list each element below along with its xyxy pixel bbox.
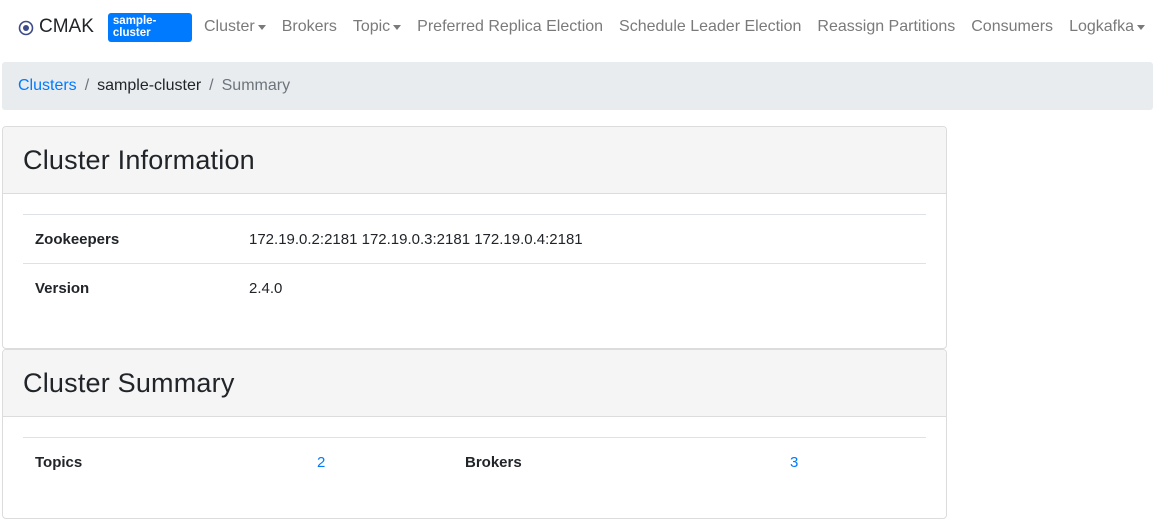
topics-label: Topics xyxy=(23,437,317,488)
brand-label: CMAK xyxy=(39,16,94,37)
cluster-information-header: Cluster Information xyxy=(3,127,946,194)
nav-brokers[interactable]: Brokers xyxy=(274,18,345,36)
cluster-summary-card: Cluster Summary Topics 2 Brokers 3 xyxy=(2,349,947,519)
topics-cell: 2 xyxy=(317,437,453,488)
nav-topic-dropdown[interactable]: Topic xyxy=(345,18,409,36)
table-row: Topics 2 Brokers 3 xyxy=(23,437,926,488)
breadcrumb-separator: / xyxy=(84,77,90,94)
cluster-information-table: Zookeepers 172.19.0.2:2181 172.19.0.3:21… xyxy=(23,214,926,313)
breadcrumb-separator: / xyxy=(209,77,214,94)
cluster-information-title: Cluster Information xyxy=(23,144,255,175)
nav-reassign-partitions[interactable]: Reassign Partitions xyxy=(809,18,963,36)
cluster-summary-table: Topics 2 Brokers 3 xyxy=(23,437,926,488)
top-navbar: CMAK sample-cluster Cluster Brokers Topi… xyxy=(0,0,1153,54)
nav-consumers[interactable]: Consumers xyxy=(963,18,1061,36)
cluster-information-card: Cluster Information Zookeepers 172.19.0.… xyxy=(2,126,947,349)
breadcrumb-clusters-link[interactable]: Clusters xyxy=(18,77,77,95)
version-label: Version xyxy=(23,263,249,313)
nav-schedule-leader-election[interactable]: Schedule Leader Election xyxy=(611,18,809,36)
brand-link[interactable]: CMAK xyxy=(18,16,94,38)
cluster-summary-header: Cluster Summary xyxy=(3,350,946,417)
nav-logkafka-label: Logkafka xyxy=(1069,18,1134,35)
cluster-summary-title: Cluster Summary xyxy=(23,367,235,398)
nav-preferred-replica-election-label: Preferred Replica Election xyxy=(417,18,604,35)
nav-preferred-replica-election[interactable]: Preferred Replica Election xyxy=(409,18,611,36)
caret-down-icon xyxy=(1137,25,1145,30)
nav-logkafka-dropdown[interactable]: Logkafka xyxy=(1061,18,1153,36)
brokers-count-link[interactable]: 3 xyxy=(790,454,798,471)
nav-schedule-leader-election-label: Schedule Leader Election xyxy=(619,18,802,35)
cluster-information-body: Zookeepers 172.19.0.2:2181 172.19.0.3:21… xyxy=(3,194,946,313)
version-value: 2.4.0 xyxy=(249,263,926,313)
cluster-badge: sample-cluster xyxy=(107,12,192,42)
zookeepers-value: 172.19.0.2:2181 172.19.0.3:2181 172.19.0… xyxy=(249,214,926,264)
breadcrumb-cluster: sample-cluster xyxy=(97,77,202,94)
caret-down-icon xyxy=(393,25,402,30)
breadcrumb: Clusters / sample-cluster / Summary xyxy=(2,62,1153,110)
breadcrumb-current: Summary xyxy=(221,77,291,94)
brokers-cell: 3 xyxy=(790,437,926,488)
table-row: Zookeepers 172.19.0.2:2181 172.19.0.3:21… xyxy=(23,214,926,264)
nav-cluster-label: Cluster xyxy=(204,18,255,35)
nav-consumers-label: Consumers xyxy=(971,18,1054,35)
nav-topic-label: Topic xyxy=(352,18,391,35)
target-icon xyxy=(18,20,34,36)
topics-count-link[interactable]: 2 xyxy=(317,454,325,471)
table-row: Version 2.4.0 xyxy=(23,263,926,313)
caret-down-icon xyxy=(257,25,266,30)
brokers-label: Brokers xyxy=(453,437,790,488)
nav-reassign-partitions-label: Reassign Partitions xyxy=(817,18,956,35)
zookeepers-label: Zookeepers xyxy=(23,214,249,264)
cluster-summary-body: Topics 2 Brokers 3 xyxy=(3,417,946,488)
nav-brokers-label: Brokers xyxy=(281,18,337,35)
nav-cluster-dropdown[interactable]: Cluster xyxy=(196,18,274,36)
